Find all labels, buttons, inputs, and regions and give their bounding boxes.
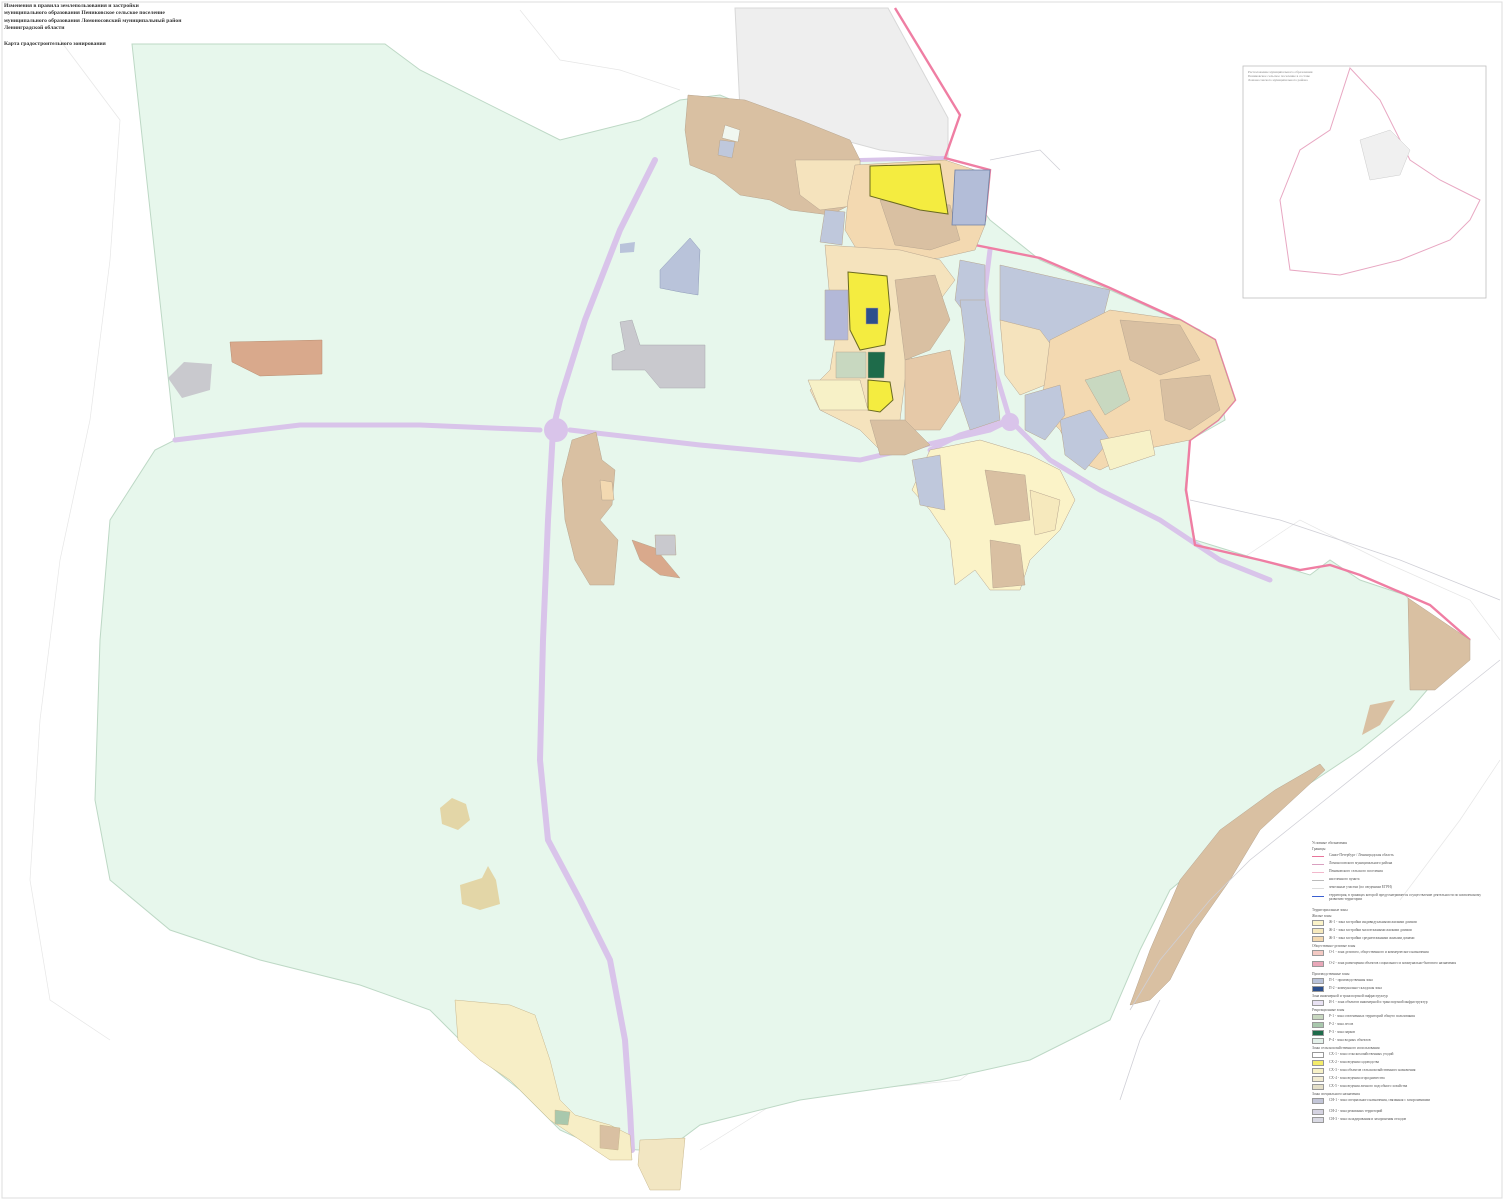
legend-label: Ж-3 - зона застройки среднеэтажными жилы… [1329, 936, 1415, 940]
legend-label: П-2 - коммунально-складская зона [1329, 986, 1382, 990]
legend-swatch [1312, 1068, 1324, 1074]
legend-group-heading-3: Зона инженерной и транспортной инфрастру… [1312, 994, 1388, 998]
legend-swatch [1312, 872, 1324, 873]
legend-label: Р-4 - зона водных объектов [1329, 1038, 1371, 1042]
legend-zones-heading: Территориальные зоны [1312, 908, 1348, 912]
map-subtitle: Карта градостроительного зонирования [4, 41, 106, 47]
legend-label: Р-1 - зона озелененных территорий общего… [1329, 1014, 1415, 1018]
legend-swatch [1312, 920, 1324, 926]
legend-title: Условные обозначения [1312, 841, 1347, 845]
road-junction-east [1001, 413, 1019, 431]
legend-label: Р-3 - зона парков [1329, 1030, 1355, 1034]
legend-swatch [1312, 1084, 1324, 1090]
road-junction [544, 418, 568, 442]
legend-swatch [1312, 1052, 1324, 1058]
legend-swatch [1312, 961, 1324, 967]
legend-label: СН-3 - зона складирования и захоронения … [1329, 1117, 1407, 1121]
legend-label: населенного пункта [1329, 877, 1360, 881]
legend-label: Ж-1 - зона застройки индивидуальными жил… [1329, 920, 1417, 924]
legend-group-heading-6: Зоны специального назначения [1312, 1092, 1360, 1096]
legend-label: О-2 - зона размещения объектов социально… [1329, 961, 1456, 965]
legend-label: СХ-4 - зона ведения огородничества [1329, 1076, 1385, 1080]
legend-swatch [1312, 896, 1324, 897]
legend-group-heading-2: Производственные зоны [1312, 972, 1350, 976]
legend-label: СХ-3 - зона объектов сельскохозяйственно… [1329, 1068, 1416, 1072]
legend-label: земельные участки (по сведениям ЕГРН) [1329, 885, 1392, 889]
legend-label: Санкт-Петербург / Ленинградская область [1329, 853, 1394, 857]
legend-label: СН-2 - зона режимных территорий [1329, 1109, 1383, 1113]
legend-group-heading-0: Жилые зоны [1312, 914, 1332, 918]
legend-label: Ж-2 - зона застройки малоэтажными жилыми… [1329, 928, 1412, 932]
legend-swatch [1312, 888, 1324, 889]
legend-swatch [1312, 1014, 1324, 1020]
legend-swatch [1312, 936, 1324, 942]
legend-swatch [1312, 978, 1324, 984]
inset-map [1242, 65, 1487, 299]
legend-group-heading-1: Общественно-деловые зоны [1312, 944, 1356, 948]
legend-swatch [1312, 1022, 1324, 1028]
title-line-2: муниципального образования Пениковское с… [4, 10, 165, 17]
legend-zone-О-1: О-1 - зона делового, общественного и ком… [1312, 950, 1498, 960]
legend-swatch [1312, 1098, 1324, 1104]
legend-swatch [1312, 1000, 1324, 1006]
title-line-4: Ленинградской области [4, 25, 65, 32]
legend-swatch [1312, 880, 1324, 881]
legend-swatch [1312, 1109, 1324, 1115]
inset-caption: Расположение муниципального образования … [1248, 70, 1313, 82]
legend-label: территория, в границах которой предусмат… [1329, 893, 1482, 902]
legend-label: СХ-2 - зона ведения садоводства [1329, 1060, 1380, 1064]
legend-group-heading-4: Рекреационные зоны [1312, 1008, 1345, 1012]
legend-label: СХ-1 - зона сельскохозяйственных угодий [1329, 1052, 1394, 1056]
legend-swatch [1312, 950, 1324, 956]
legend-label: Пениковского сельского поселения [1329, 869, 1383, 873]
legend-label: И-1 - зона объектов инженерной и транспо… [1329, 1000, 1428, 1004]
legend-zone-СН-1: СН-1 - зона специального назначения, свя… [1312, 1098, 1498, 1108]
legend-border-5: территория, в границах которой предусмат… [1312, 893, 1498, 903]
legend-swatch [1312, 1076, 1324, 1082]
legend-swatch [1312, 1038, 1324, 1044]
legend-label: О-1 - зона делового, общественного и ком… [1329, 950, 1429, 954]
map-title: Изменения в правила землепользования и з… [4, 3, 264, 33]
legend-swatch [1312, 1060, 1324, 1066]
legend-swatch [1312, 986, 1324, 992]
legend-swatch [1312, 1117, 1324, 1123]
legend-swatch [1312, 864, 1324, 865]
legend-swatch [1312, 856, 1324, 857]
legend-label: Р-2 - зона лесов [1329, 1022, 1354, 1026]
legend-label: П-1 - производственная зона [1329, 978, 1373, 982]
zoning-map [0, 0, 1504, 1200]
legend-label: СХ-5 - зона ведения личного подсобного х… [1329, 1084, 1408, 1088]
legend-borders-heading: Границы [1312, 847, 1326, 851]
legend-label: Ломоносовского муниципального района [1329, 861, 1393, 865]
legend-zone-О-2: О-2 - зона размещения объектов социально… [1312, 961, 1498, 971]
legend-swatch [1312, 928, 1324, 934]
legend-swatch [1312, 1030, 1324, 1036]
legend-group-heading-5: Зоны сельскохозяйственного использования [1312, 1046, 1380, 1050]
legend-zone-СН-3: СН-3 - зона складирования и захоронения … [1312, 1117, 1498, 1127]
legend-label: СН-1 - зона специального назначения, свя… [1329, 1098, 1431, 1102]
